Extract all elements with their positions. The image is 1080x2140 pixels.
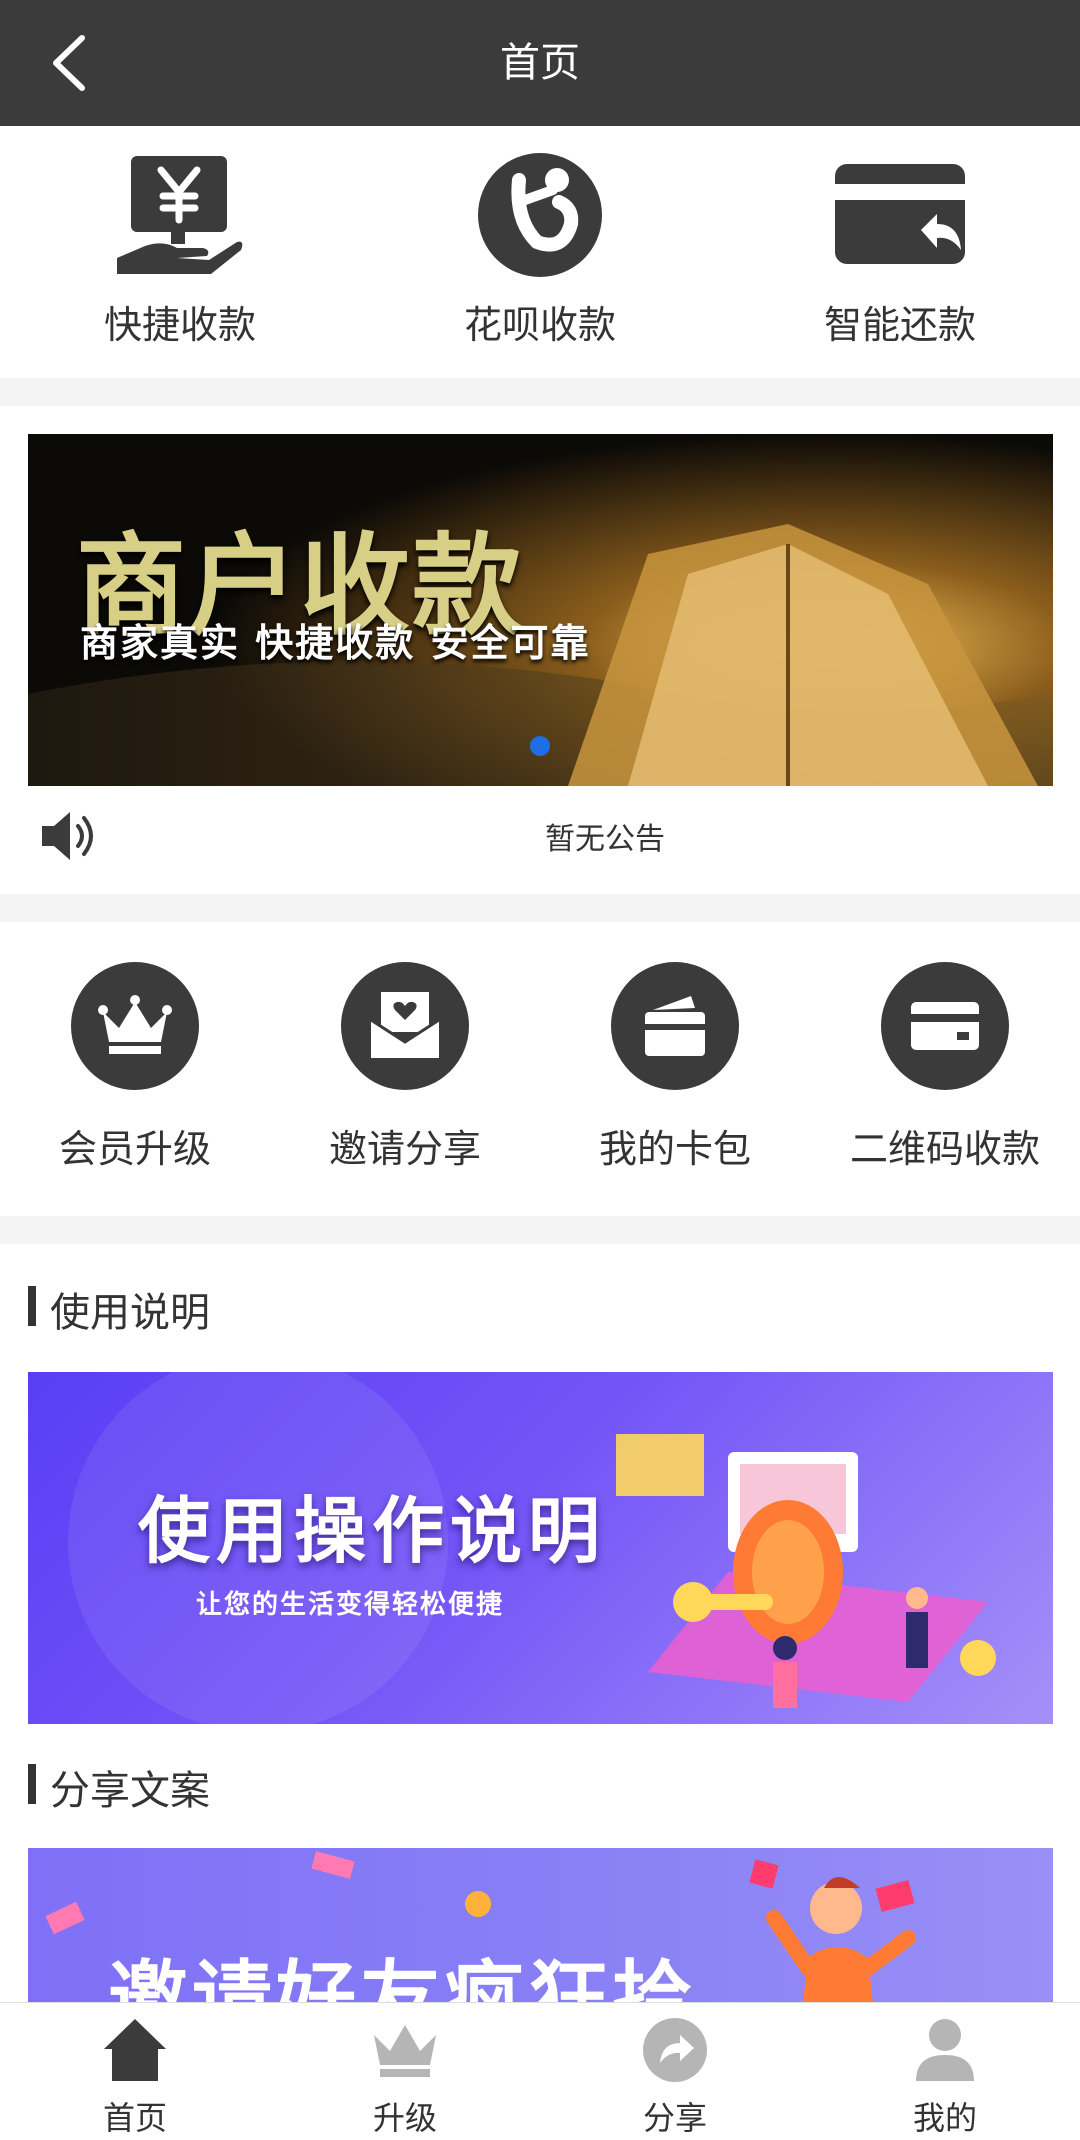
section-title-bar bbox=[28, 1286, 36, 1326]
tab-upgrade[interactable]: 升级 bbox=[270, 2003, 540, 2140]
menu-qr-pay[interactable]: 二维码收款 bbox=[810, 922, 1080, 1216]
tab-label: 分享 bbox=[642, 2099, 707, 2137]
notice-text: 暂无公告 bbox=[545, 822, 665, 857]
share-arrow-icon bbox=[643, 2018, 707, 2082]
card-return-icon bbox=[835, 164, 965, 264]
section-title-text: 分享文案 bbox=[50, 1768, 210, 1814]
bottom-tab-bar: 首页 升级 分享 我的 bbox=[0, 2002, 1080, 2140]
tab-home[interactable]: 首页 bbox=[0, 2003, 270, 2140]
crown-icon bbox=[98, 995, 172, 1054]
menu-label: 邀请分享 bbox=[328, 1127, 481, 1171]
section-title-bar bbox=[28, 1764, 36, 1804]
tab-label: 首页 bbox=[102, 2099, 167, 2137]
tab-label: 升级 bbox=[372, 2099, 437, 2137]
menu-icon-circle bbox=[71, 962, 199, 1090]
huabei-logo-icon bbox=[478, 153, 602, 277]
menu-label: 二维码收款 bbox=[849, 1127, 1040, 1171]
quick-action-label: 快捷收款 bbox=[103, 303, 256, 347]
tab-label: 我的 bbox=[912, 2099, 977, 2137]
quick-action-huabei-pay[interactable]: 花呗收款 bbox=[360, 126, 720, 378]
quick-action-fast-pay[interactable]: 快捷收款 bbox=[0, 126, 360, 378]
quick-action-label: 智能还款 bbox=[823, 303, 976, 347]
menu-invite-share[interactable]: 邀请分享 bbox=[270, 922, 540, 1216]
banner-section: 商户收款 商家真实 快捷收款 安全可靠 暂无公告 bbox=[0, 406, 1080, 894]
menu-label: 会员升级 bbox=[58, 1127, 211, 1171]
articles-section: 使用说明 使用操作说明 让您的生活变得轻松便捷 分享文案 邀请好友疯狂拾 bbox=[0, 1244, 1080, 2004]
guide-banner[interactable]: 使用操作说明 让您的生活变得轻松便捷 bbox=[28, 1372, 1053, 1724]
yen-hand-icon bbox=[117, 156, 243, 274]
menu-card-wallet[interactable]: 我的卡包 bbox=[540, 922, 810, 1216]
card-icon bbox=[911, 1002, 979, 1050]
page-title: 首页 bbox=[500, 40, 580, 86]
heart-envelope-icon bbox=[370, 992, 440, 1058]
quick-action-label: 花呗收款 bbox=[463, 303, 616, 347]
crown-icon bbox=[374, 2025, 436, 2077]
share-headline: 邀请好友疯狂拾 bbox=[108, 1952, 696, 2004]
guide-subline: 让您的生活变得轻松便捷 bbox=[196, 1590, 505, 1620]
guide-headline: 使用操作说明 bbox=[138, 1489, 607, 1573]
tab-share[interactable]: 分享 bbox=[540, 2003, 810, 2140]
section-title-text: 使用说明 bbox=[50, 1290, 210, 1336]
menu-icon-circle bbox=[881, 962, 1009, 1090]
tab-mine[interactable]: 我的 bbox=[810, 2003, 1080, 2140]
menu-member-upgrade[interactable]: 会员升级 bbox=[0, 922, 270, 1216]
function-menu: 会员升级 邀请分享 我的卡包 二维码收款 bbox=[0, 922, 1080, 1216]
home-icon bbox=[104, 2019, 166, 2081]
top-bar: 首页 bbox=[0, 0, 1080, 126]
menu-icon-circle bbox=[611, 962, 739, 1090]
promo-banner[interactable]: 商户收款 商家真实 快捷收款 安全可靠 bbox=[28, 434, 1053, 786]
banner-subline: 商家真实 快捷收款 安全可靠 bbox=[80, 621, 591, 665]
quick-action-smart-repay[interactable]: 智能还款 bbox=[720, 126, 1080, 378]
wallet-cards-icon bbox=[645, 996, 705, 1056]
menu-icon-circle bbox=[341, 962, 469, 1090]
quick-actions: 快捷收款 花呗收款 智能还款 bbox=[0, 126, 1080, 378]
menu-label: 我的卡包 bbox=[598, 1127, 751, 1171]
share-banner[interactable]: 邀请好友疯狂拾 bbox=[28, 1848, 1053, 2004]
user-icon bbox=[916, 2019, 974, 2081]
carousel-dot[interactable] bbox=[530, 736, 550, 756]
